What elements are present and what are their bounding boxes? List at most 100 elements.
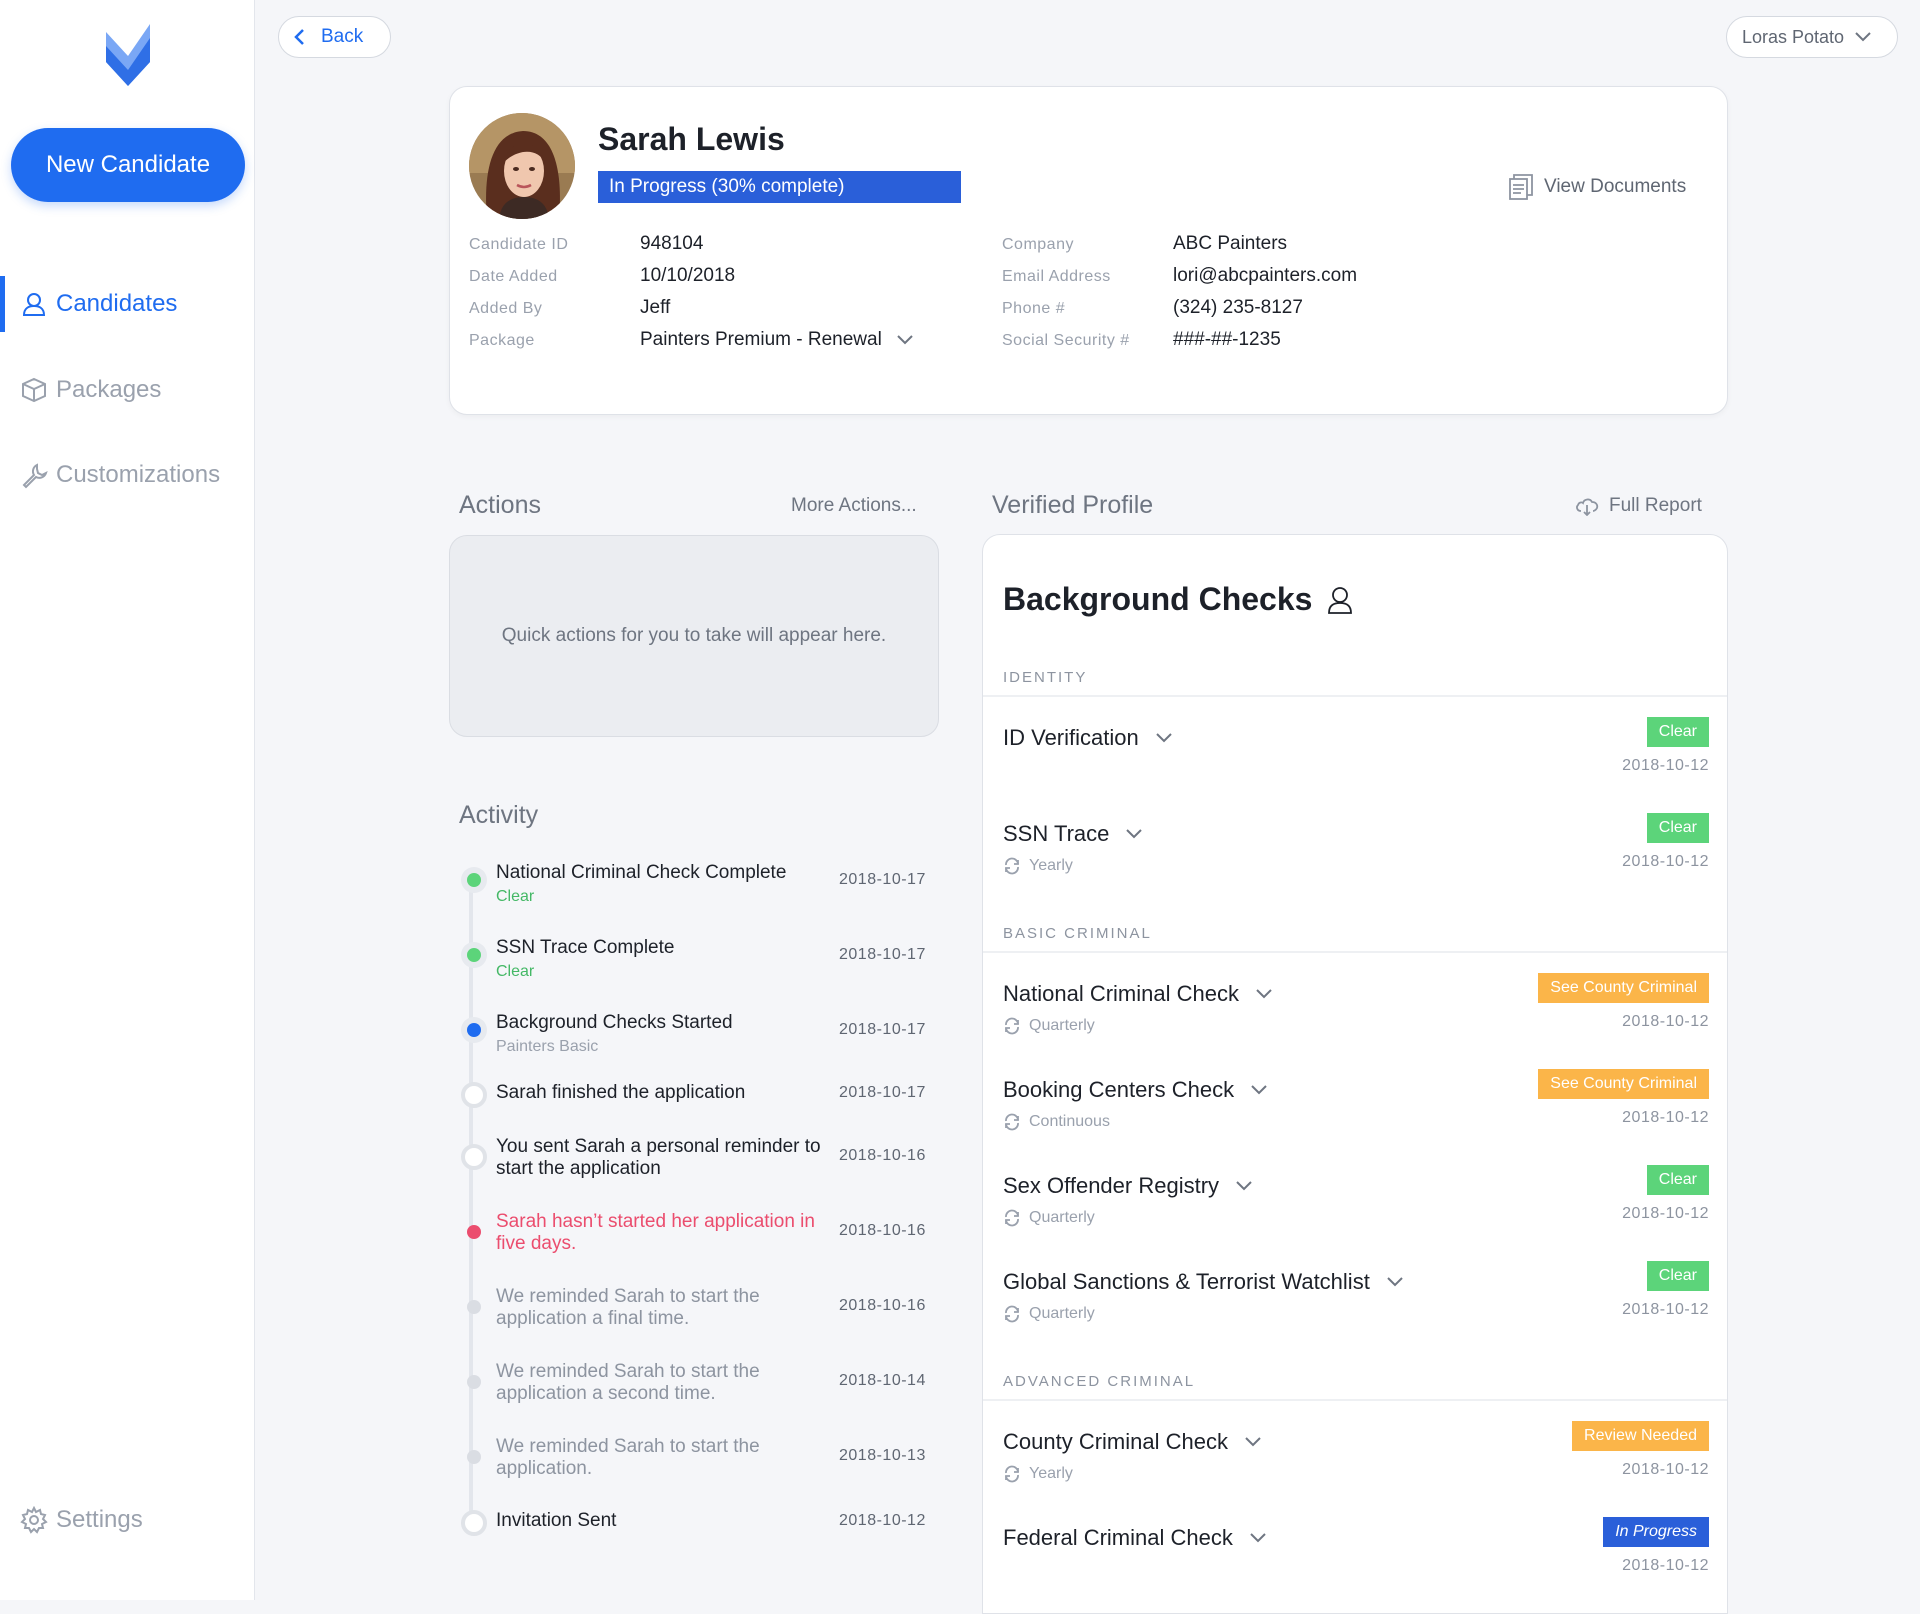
- check-name-label: National Criminal Check: [1003, 981, 1239, 1006]
- verified-profile-card: Background Checks IDENTITY ID Verificati…: [982, 534, 1728, 1614]
- activity-title-text: SSN Trace Complete: [496, 937, 675, 958]
- activity-title: Activity: [459, 801, 539, 829]
- check-name[interactable]: County Criminal Check: [1003, 1429, 1262, 1455]
- activity-title-text: Sarah hasn’t started her application in …: [496, 1211, 815, 1254]
- candidate-name: Sarah Lewis: [598, 121, 785, 157]
- chevron-down-icon: [1236, 1181, 1252, 1191]
- check-name[interactable]: National Criminal Check: [1003, 981, 1273, 1007]
- status-badge: Clear: [1646, 1261, 1709, 1291]
- check-name-label: Sex Offender Registry: [1003, 1173, 1220, 1198]
- back-button[interactable]: Back: [278, 16, 391, 58]
- field-label: Social Security #: [1002, 332, 1130, 349]
- check-date: 2018-10-12: [1622, 1557, 1709, 1574]
- divider: [983, 695, 1727, 697]
- divider: [983, 1399, 1727, 1401]
- back-label: Back: [321, 26, 364, 47]
- check-name-label: Global Sanctions & Terrorist Watchlist: [1003, 1269, 1370, 1294]
- check-frequency: Yearly: [1003, 1465, 1073, 1483]
- new-candidate-button[interactable]: New Candidate: [11, 128, 245, 202]
- check-name[interactable]: Booking Centers Check: [1003, 1077, 1268, 1103]
- check-name[interactable]: Federal Criminal Check: [1003, 1525, 1267, 1551]
- status-badge: See County Criminal: [1538, 973, 1709, 1003]
- background-checks-title: Background Checks: [1003, 581, 1354, 618]
- activity-title-text: We reminded Sarah to start the applicati…: [496, 1286, 760, 1329]
- field-label: Date Added: [469, 268, 558, 285]
- full-report-link[interactable]: Full Report: [1575, 495, 1702, 517]
- sidebar-item-settings[interactable]: Settings: [0, 1492, 255, 1548]
- activity-title-text: Background Checks Started: [496, 1012, 733, 1033]
- activity-title-text: We reminded Sarah to start the applicati…: [496, 1361, 760, 1404]
- activity-date: 2018-10-16: [839, 1222, 926, 1239]
- documents-icon: [1509, 174, 1533, 200]
- check-date: 2018-10-12: [1622, 1461, 1709, 1478]
- check-date: 2018-10-12: [1622, 1301, 1709, 1318]
- divider: [983, 951, 1727, 953]
- refresh-icon: [1005, 1305, 1019, 1323]
- field-label: Phone #: [1002, 300, 1066, 317]
- check-name[interactable]: SSN Trace: [1003, 821, 1143, 847]
- activity-date: 2018-10-16: [839, 1297, 926, 1314]
- group-label: BASIC CRIMINAL: [1003, 925, 1152, 942]
- sidebar-item-candidates[interactable]: Candidates: [0, 276, 255, 332]
- field-value: 10/10/2018: [640, 265, 736, 286]
- field-value: Jeff: [640, 297, 671, 318]
- check-date: 2018-10-12: [1622, 853, 1709, 870]
- check-row: ID Verification Clear 2018-10-12: [983, 717, 1727, 797]
- sidebar: New Candidate Candidates Packages Custom…: [0, 0, 255, 1600]
- check-date: 2018-10-12: [1622, 757, 1709, 774]
- chevron-down-icon: [1387, 1277, 1403, 1287]
- check-frequency: Quarterly: [1003, 1305, 1095, 1323]
- chevron-down-icon: [1251, 1085, 1267, 1095]
- check-name-label: Booking Centers Check: [1003, 1077, 1235, 1102]
- status-dot: [467, 1375, 481, 1389]
- status-badge: Clear: [1646, 1165, 1709, 1195]
- check-row: County Criminal Check Yearly Review Need…: [983, 1421, 1727, 1501]
- check-row: Sex Offender Registry Quarterly Clear 20…: [983, 1165, 1727, 1245]
- check-row: Booking Centers Check Continuous See Cou…: [983, 1069, 1727, 1149]
- package-value: Painters Premium - Renewal: [640, 329, 882, 350]
- check-row: National Criminal Check Quarterly See Co…: [983, 973, 1727, 1053]
- check-frequency: Quarterly: [1003, 1017, 1095, 1035]
- sidebar-item-customizations[interactable]: Customizations: [0, 447, 255, 503]
- view-documents-link[interactable]: View Documents: [1508, 173, 1686, 201]
- activity-date: 2018-10-17: [839, 1021, 926, 1038]
- group-label: ADVANCED CRIMINAL: [1003, 1373, 1196, 1390]
- check-name-label: County Criminal Check: [1003, 1429, 1228, 1454]
- package-select[interactable]: Painters Premium - Renewal: [640, 329, 914, 351]
- status-dot: [467, 1225, 481, 1239]
- field-label: Company: [1002, 236, 1074, 253]
- activity-date: 2018-10-16: [839, 1147, 926, 1164]
- verified-profile-title: Verified Profile: [992, 491, 1154, 519]
- check-frequency: Continuous: [1003, 1113, 1110, 1131]
- status-badge: Clear: [1646, 717, 1709, 747]
- check-date: 2018-10-12: [1622, 1013, 1709, 1030]
- status-dot: [467, 1450, 481, 1464]
- chevron-down-icon: [1245, 1437, 1261, 1447]
- sidebar-item-packages[interactable]: Packages: [0, 362, 255, 418]
- activity-date: 2018-10-17: [839, 946, 926, 963]
- cloud-download-icon: [1576, 498, 1599, 516]
- background-checks-heading: Background Checks: [1003, 581, 1313, 617]
- activity-title-text: Sarah finished the application: [496, 1082, 746, 1103]
- more-actions-link[interactable]: More Actions...: [791, 495, 917, 517]
- chevron-down-icon: [1126, 829, 1143, 839]
- sidebar-item-label: Packages: [56, 376, 162, 403]
- user-menu[interactable]: Loras Potato: [1726, 16, 1898, 58]
- app-logo[interactable]: [104, 22, 152, 86]
- refresh-icon: [1005, 1465, 1019, 1483]
- check-frequency-label: Quarterly: [1029, 1305, 1095, 1322]
- check-name[interactable]: Global Sanctions & Terrorist Watchlist: [1003, 1269, 1404, 1295]
- refresh-icon: [1005, 1113, 1019, 1131]
- check-frequency-label: Continuous: [1029, 1113, 1110, 1130]
- avatar: [469, 113, 575, 219]
- check-name[interactable]: Sex Offender Registry: [1003, 1173, 1253, 1199]
- activity-date: 2018-10-13: [839, 1447, 926, 1464]
- check-frequency: Quarterly: [1003, 1209, 1095, 1227]
- status-dot: [461, 1510, 487, 1536]
- field-label: Added By: [469, 300, 543, 317]
- activity-date: 2018-10-17: [839, 1084, 926, 1101]
- sidebar-item-label: Settings: [56, 1506, 143, 1533]
- wrench-icon: [17, 458, 51, 492]
- candidate-card: Sarah Lewis In Progress (30% complete) V…: [449, 86, 1728, 415]
- check-name[interactable]: ID Verification: [1003, 725, 1173, 751]
